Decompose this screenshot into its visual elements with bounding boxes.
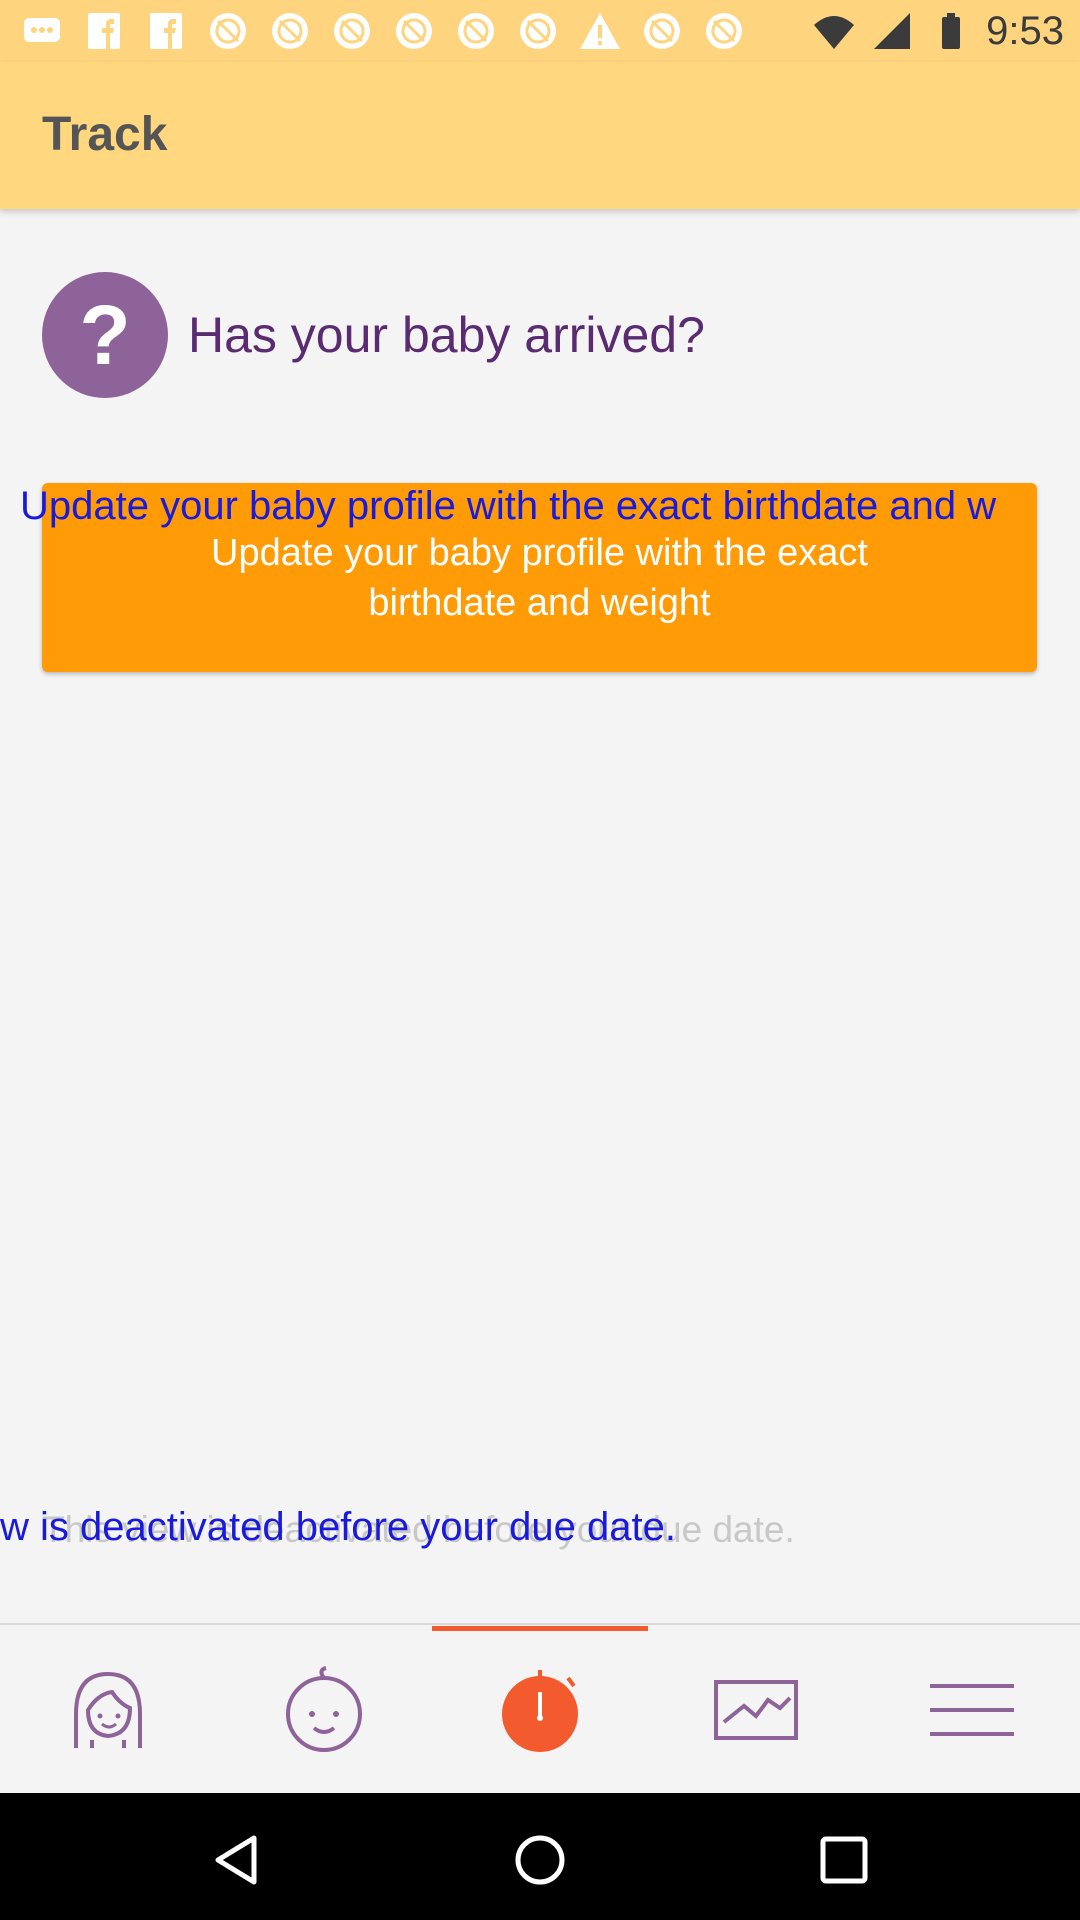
no-sync-icon: [392, 9, 436, 53]
home-icon: [515, 1835, 565, 1885]
no-sync-icon: [330, 9, 374, 53]
mother-tab[interactable]: [58, 1660, 158, 1760]
page-title: Track: [42, 108, 168, 161]
track-tab[interactable]: [490, 1660, 590, 1760]
accessibility-overlay-text: w is deactivated before your due date.: [0, 1505, 676, 1549]
menu-tab[interactable]: [922, 1660, 1022, 1760]
timer-icon: [502, 1670, 578, 1752]
battery-icon: [928, 9, 972, 53]
home-button[interactable]: [510, 1830, 570, 1890]
notification-icons: [20, 10, 746, 52]
no-sync-icon: [206, 9, 250, 53]
warning-icon: [578, 9, 622, 53]
active-tab-indicator: [432, 1626, 648, 1631]
mother-icon: [74, 1671, 142, 1748]
clock: 9:53: [986, 8, 1064, 53]
back-icon: [215, 1835, 257, 1885]
recents-icon: [820, 1836, 868, 1884]
baby-arrived-question: Has your baby arrived?: [188, 307, 705, 363]
facebook-icon: [82, 9, 126, 53]
no-sync-icon: [516, 9, 560, 53]
signal-icon: [870, 9, 914, 53]
app-bar: Track: [0, 62, 1080, 209]
question-icon: ?: [42, 272, 168, 398]
status-bar: 9:53: [0, 0, 1080, 62]
system-status: 9:53: [812, 8, 1064, 54]
no-sync-icon: [640, 9, 684, 53]
chart-icon: [714, 1680, 798, 1740]
baby-tab[interactable]: [274, 1660, 374, 1760]
no-sync-icon: [268, 9, 312, 53]
menu-icon: [930, 1684, 1014, 1736]
accessibility-overlay-text: Update your baby profile with the exact …: [20, 484, 997, 528]
update-profile-button-label: Update your baby profile with the exact …: [211, 532, 868, 624]
chat-icon: [20, 9, 64, 53]
wifi-icon: [812, 9, 856, 53]
back-button[interactable]: [208, 1830, 268, 1890]
no-sync-icon: [702, 9, 746, 53]
baby-icon: [286, 1666, 362, 1752]
charts-tab[interactable]: [706, 1660, 806, 1760]
no-sync-icon: [454, 9, 498, 53]
recents-button[interactable]: [814, 1830, 874, 1890]
facebook-icon: [144, 9, 188, 53]
